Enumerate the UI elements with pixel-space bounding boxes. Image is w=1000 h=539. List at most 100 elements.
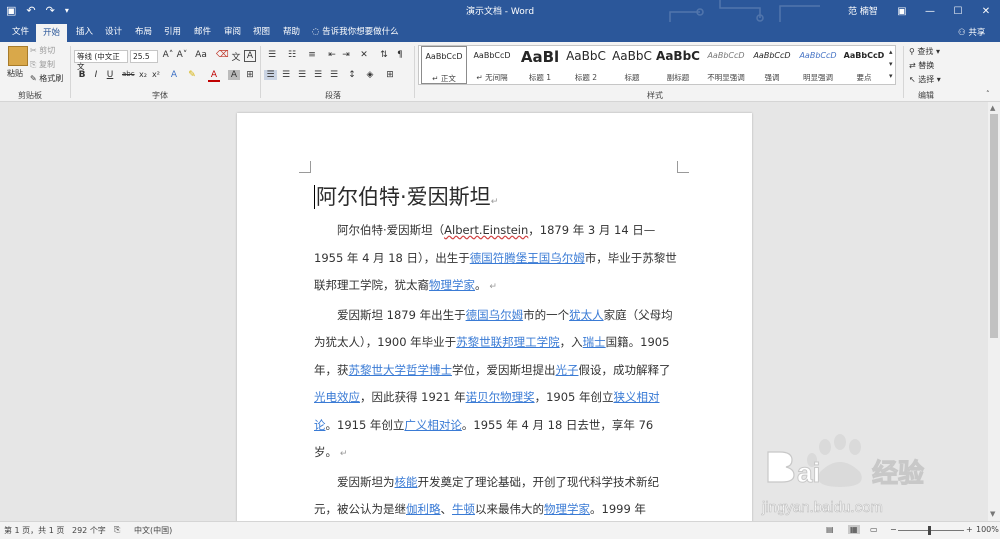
read-mode-icon[interactable]: ▤ — [826, 525, 834, 534]
text-effects-icon[interactable]: A — [168, 70, 180, 80]
zoom-in-icon[interactable]: + — [966, 525, 973, 534]
style-no-spacing[interactable]: AaBbCcD ↵ 无间隔 — [469, 46, 515, 84]
user-name[interactable]: 范 楠智 — [848, 4, 878, 17]
tab-design[interactable]: 设计 — [101, 25, 126, 39]
align-left-icon[interactable]: ☰ — [264, 70, 277, 80]
scrollbar-thumb[interactable] — [990, 114, 998, 338]
tab-review[interactable]: 审阅 — [220, 25, 245, 39]
underline-icon[interactable]: U — [104, 70, 116, 80]
italic-icon[interactable]: I — [90, 70, 102, 80]
grow-font-icon[interactable]: A˄ — [162, 50, 174, 60]
subscript-icon[interactable]: x₂ — [137, 70, 149, 79]
collapse-ribbon-icon[interactable]: ˄ — [986, 90, 990, 98]
hyperlink[interactable]: 广义相对论 — [404, 418, 462, 432]
cut-button[interactable]: ✂ 剪切 — [30, 45, 55, 56]
tab-insert[interactable]: 插入 — [72, 25, 97, 39]
bullets-icon[interactable]: ☰ — [266, 50, 278, 60]
tab-layout[interactable]: 布局 — [131, 25, 156, 39]
find-button[interactable]: ⚲ 查找 ▾ — [909, 46, 940, 57]
hyperlink[interactable]: 诺贝尔物理奖 — [466, 390, 535, 404]
language-indicator[interactable]: 中文(中国) — [134, 525, 172, 536]
proofing-icon[interactable]: ⎘ — [114, 525, 120, 535]
share-button[interactable]: ⚇ 共享 — [958, 26, 985, 38]
gallery-scroll-up-icon[interactable]: ▴ — [889, 48, 893, 56]
hyperlink[interactable]: 伽利略 — [406, 502, 441, 516]
change-case-icon[interactable]: Aa — [195, 50, 207, 60]
distributed-icon[interactable]: ☰ — [328, 70, 340, 80]
document-heading[interactable]: 阿尔伯特·爱因斯坦↵ — [314, 181, 498, 211]
scroll-up-icon[interactable]: ▲ — [990, 104, 995, 112]
zoom-slider-thumb[interactable] — [928, 526, 931, 535]
font-color-icon[interactable]: A — [208, 70, 220, 82]
paste-button[interactable]: 粘贴 — [7, 68, 23, 79]
style-subtitle[interactable]: AaBbC 副标题 — [655, 46, 701, 84]
borders-icon[interactable]: ⊞ — [384, 70, 396, 80]
copy-button[interactable]: ⎘ 复制 — [30, 59, 55, 70]
character-border-icon[interactable]: ⊞ — [244, 70, 256, 80]
chinese-layout-icon[interactable]: ✕ — [358, 50, 370, 60]
hyperlink[interactable]: 瑞士 — [583, 335, 606, 349]
hyperlink[interactable]: 光子 — [556, 363, 579, 377]
close-button[interactable]: ✕ — [972, 0, 1000, 22]
page-count[interactable]: 第 1 页，共 1 页 — [4, 525, 64, 536]
style-intense-emphasis[interactable]: AaBbCcD 明显强调 — [795, 46, 841, 84]
hyperlink[interactable]: 德国符腾堡王国乌尔姆 — [470, 251, 585, 265]
zoom-slider[interactable] — [898, 530, 964, 531]
line-spacing-icon[interactable]: ↕ — [346, 70, 358, 80]
zoom-level[interactable]: 100% — [976, 525, 999, 534]
style-normal[interactable]: AaBbCcD ↵ 正文 — [421, 46, 467, 84]
bold-icon[interactable]: B — [76, 70, 88, 80]
hyperlink[interactable]: 苏黎世联邦理工学院 — [456, 335, 560, 349]
hyperlink[interactable]: 苏黎世大学哲学博士 — [349, 363, 453, 377]
word-count[interactable]: 292 个字 — [72, 525, 106, 536]
character-shading-icon[interactable]: A — [228, 70, 240, 80]
hyperlink[interactable]: 物理学家 — [429, 278, 475, 292]
enclose-character-icon[interactable]: A — [244, 50, 256, 62]
format-painter-button[interactable]: ✎ 格式刷 — [30, 73, 63, 84]
phonetic-guide-icon[interactable]: 文 — [230, 50, 242, 63]
web-layout-icon[interactable]: ▭ — [870, 525, 878, 534]
tell-me-search[interactable]: ◌ 告诉我你想要做什么 — [312, 25, 399, 37]
style-emphasis[interactable]: AaBbCcD 强调 — [749, 46, 795, 84]
print-layout-icon[interactable]: ▦ — [848, 525, 860, 534]
style-title[interactable]: AaBbC 标题 — [609, 46, 655, 84]
hyperlink[interactable]: 物理学家 — [544, 502, 590, 516]
tab-references[interactable]: 引用 — [160, 25, 185, 39]
hyperlink[interactable]: 光电效应 — [314, 390, 360, 404]
vertical-scrollbar[interactable]: ▲ ▼ — [988, 102, 1000, 521]
shading-icon[interactable]: ◈ — [364, 70, 376, 80]
zoom-out-icon[interactable]: − — [890, 525, 897, 534]
shrink-font-icon[interactable]: A˅ — [176, 50, 188, 60]
style-heading-1[interactable]: AaBl 标题 1 — [517, 46, 563, 84]
sort-icon[interactable]: ⇅ — [378, 50, 390, 60]
tab-view[interactable]: 视图 — [249, 25, 274, 39]
numbering-icon[interactable]: ☷ — [286, 50, 298, 60]
tab-file[interactable]: 文件 — [8, 25, 33, 39]
tab-home[interactable]: 开始 — [36, 24, 68, 42]
style-subtle-emphasis[interactable]: AaBbCcD 不明显强调 — [703, 46, 749, 84]
highlight-icon[interactable]: ✎ — [186, 70, 198, 80]
tab-help[interactable]: 帮助 — [279, 25, 304, 39]
style-strong[interactable]: AaBbCcD 要点 — [841, 46, 887, 84]
minimize-button[interactable]: — — [916, 0, 944, 22]
font-size-combo[interactable]: 25.5 — [130, 50, 158, 63]
justify-icon[interactable]: ☰ — [312, 70, 324, 80]
ribbon-display-options-button[interactable]: ▣ — [888, 0, 916, 22]
gallery-scroll-down-icon[interactable]: ▾ — [889, 60, 893, 68]
align-center-icon[interactable]: ☰ — [280, 70, 292, 80]
gallery-more-icon[interactable]: ▾ — [889, 72, 893, 80]
font-name-combo[interactable]: 等线 (中文正文 — [74, 50, 128, 71]
align-right-icon[interactable]: ☰ — [296, 70, 308, 80]
increase-indent-icon[interactable]: ⇥ — [340, 50, 352, 60]
clear-format-icon[interactable]: ⌫ — [216, 50, 229, 60]
hyperlink[interactable]: 德国乌尔姆 — [466, 308, 524, 322]
show-marks-icon[interactable]: ¶ — [394, 50, 406, 60]
style-heading-2[interactable]: AaBbC 标题 2 — [563, 46, 609, 84]
multilevel-list-icon[interactable]: ≡ — [306, 50, 318, 60]
document-body[interactable]: 阿尔伯特·爱因斯坦（Albert.Einstein，1879 年 3 月 14 … — [314, 217, 677, 521]
strikethrough-icon[interactable]: abc — [122, 70, 135, 78]
document-page[interactable]: 阿尔伯特·爱因斯坦↵ 阿尔伯特·爱因斯坦（Albert.Einstein，187… — [237, 113, 752, 521]
scroll-down-icon[interactable]: ▼ — [990, 510, 995, 518]
decrease-indent-icon[interactable]: ⇤ — [326, 50, 338, 60]
hyperlink[interactable]: 牛顿 — [452, 502, 475, 516]
